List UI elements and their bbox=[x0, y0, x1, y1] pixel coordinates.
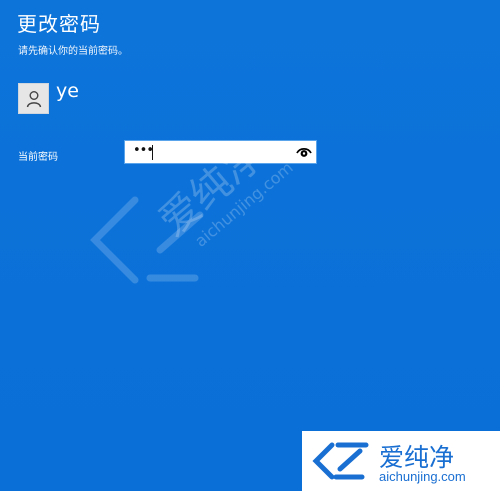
brand-logo: 爱纯净 aichunjing.com bbox=[302, 431, 500, 491]
user-icon bbox=[26, 91, 42, 108]
current-password-label: 当前密码 bbox=[18, 152, 58, 163]
avatar bbox=[18, 83, 49, 114]
account-username: ye bbox=[56, 80, 79, 102]
current-password-field[interactable]: ••• bbox=[124, 140, 317, 164]
instruction-text: 请先确认你的当前密码。 bbox=[18, 46, 128, 57]
password-value: ••• bbox=[133, 143, 154, 158]
page-title: 更改密码 bbox=[17, 12, 101, 36]
logo-brand-url: aichunjing.com bbox=[379, 469, 466, 484]
change-password-dialog: 更改密码 请先确认你的当前密码。 ye 当前密码 ••• bbox=[0, 0, 500, 491]
text-caret bbox=[152, 145, 153, 160]
show-password-button[interactable] bbox=[295, 144, 313, 160]
eye-icon bbox=[296, 147, 312, 157]
brand-logo-icon bbox=[312, 442, 369, 480]
